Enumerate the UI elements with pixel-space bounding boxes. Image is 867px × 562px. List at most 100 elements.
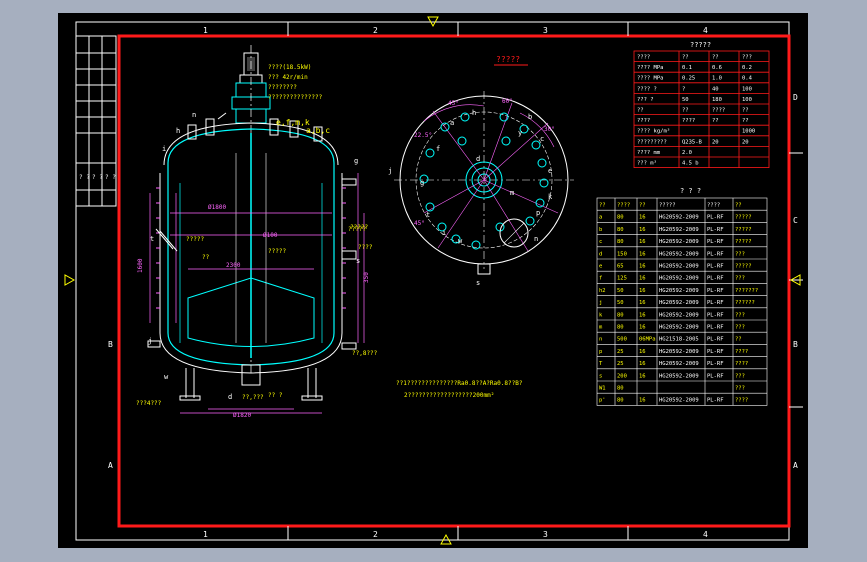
nozzle-table-cell: j <box>599 300 602 306</box>
internal-dims <box>149 173 365 343</box>
tech-table-cell: ?? <box>712 55 719 61</box>
nozzle-table-cell: ??? <box>735 312 745 318</box>
tech-table-cell: ???? MPa <box>637 76 664 82</box>
nozzle-table-cell: ???? <box>735 398 748 404</box>
nozzle-table-cell: ????? <box>735 227 752 233</box>
plan-ref-w: w <box>458 237 463 245</box>
plan-ref-d: d <box>476 155 480 163</box>
plan-angle-5: 45° <box>414 220 425 227</box>
nozzle-table-cell: PL-RF <box>707 361 724 367</box>
plan-ref-g: g <box>420 179 424 187</box>
nozzle-table-cell: HG20592-2009 <box>659 276 699 282</box>
tech-table-cell: 100 <box>742 86 752 92</box>
nozzle-table-cell: HG20592-2009 <box>659 361 699 367</box>
zone-right-b: B <box>793 340 798 349</box>
plan-angle-3: 30° <box>544 126 555 133</box>
nozzle-table-cell: HG20592-2009 <box>659 373 699 379</box>
ref-j: j <box>148 337 152 345</box>
nozzle-table-cell: HG20592-2009 <box>659 227 699 233</box>
tech-table-cell: Q235-B <box>682 139 703 145</box>
nozzle-table-cell: 16 <box>639 215 646 221</box>
vessel-plan: ????? <box>394 55 574 275</box>
tech-table-cell: ?? <box>682 108 689 114</box>
tech-table-cell: ???? ? <box>637 86 657 92</box>
nozzle-table-cell: 16 <box>639 325 646 331</box>
tech-table-cell: 20 <box>742 139 749 145</box>
nozzle-table-cell: PL-RF <box>707 227 724 233</box>
nozzle-table-cell: PL-RF <box>707 215 724 221</box>
plan-title: ????? <box>496 55 520 64</box>
nozzle-table-cell: 06MPa <box>639 337 656 343</box>
nozzle-table-cell: PL-RF <box>707 288 724 294</box>
ref-n: n <box>192 111 196 119</box>
nozzle-table-cell: ?? <box>599 203 606 209</box>
plan-ref-j: j <box>388 167 392 175</box>
zone-top-3: 3 <box>543 26 548 35</box>
zone-bottom-2: 2 <box>373 530 378 539</box>
nozzle-table-cell: HG20592-2009 <box>659 300 699 306</box>
ref-h: h <box>176 127 180 135</box>
dim-height: 2300 <box>226 262 241 269</box>
nozzle-table-cell: ????? <box>735 264 752 270</box>
zone-right-a: A <box>793 461 798 470</box>
tech-table-cell: ???? <box>637 55 650 61</box>
zone-bottom-4: 4 <box>703 530 708 539</box>
nozzle-table-cell: HG21518-2005 <box>659 337 699 343</box>
plan-ref-e: e <box>548 167 552 175</box>
plan-ref-c: c <box>540 135 544 143</box>
nozzle-table-cell: 200 <box>617 373 627 379</box>
nozzle-table-cell: 125 <box>617 276 627 282</box>
nozzle-table-cell: ???? <box>735 349 748 355</box>
ref-s: s <box>356 257 360 265</box>
nozzle-table-cell: 16 <box>639 227 646 233</box>
nozzle-table-cell: h2 <box>599 288 606 294</box>
dim-side: 350 <box>363 272 370 283</box>
nozzle-table-cell: PL-RF <box>707 251 724 257</box>
title-block-text: ? ? ? ? ? ? <box>79 174 116 181</box>
nozzle-table-cell: 50 <box>617 288 624 294</box>
nozzle-table-cell: PL-RF <box>707 349 724 355</box>
plan-angle-2: 60° <box>502 98 513 105</box>
nozzle-table-cell: 80 <box>617 312 624 318</box>
nozzle-table-cell: 16 <box>639 361 646 367</box>
nozzle-table-cell: HG20592-2009 <box>659 288 699 294</box>
zone-bottom-3: 3 <box>543 530 548 539</box>
nozzle-table-cell: 50 <box>617 300 624 306</box>
tech-table-cell: ?? <box>712 118 719 124</box>
nozzle-table-cell: n <box>599 337 602 343</box>
nozzle-table-cell: PL-RF <box>707 373 724 379</box>
nozzle-table-cell: 16 <box>639 276 646 282</box>
nozzle-table-cell: ?? <box>735 337 742 343</box>
nozzle-table-title: ? ? ? <box>680 187 701 195</box>
nozzle-table-cell: ????? <box>735 239 752 245</box>
nozzle-table-cell: PL-RF <box>707 276 724 282</box>
tech-table-cell: ??? <box>742 55 752 61</box>
zone-top-1: 1 <box>203 26 208 35</box>
nozzle-table-cell: 500 <box>617 337 627 343</box>
nozzle-table-cell: ??? <box>735 373 745 379</box>
tech-table: ????? ??????????????? MPa 0.1 0.6 0.2???? M… <box>633 41 770 168</box>
nozzle-table-cell: e <box>599 264 602 270</box>
tech-table-cell: 1.0 <box>712 76 722 82</box>
motor-power-label: ????(18.5kW) <box>268 64 311 71</box>
tech-table-cell: ??? m³ <box>637 160 657 167</box>
tech-table-cell: 50 <box>682 97 689 103</box>
cad-viewport[interactable]: 1 2 3 4 1 2 3 4 D C B A B A ? ? ? ? ? ? <box>58 13 808 548</box>
nozzle-table-cell: d <box>599 251 602 257</box>
nozzle-table-cell: HG20592-2009 <box>659 398 699 404</box>
tech-table-title: ????? <box>690 41 711 49</box>
plan-ref-y: y <box>518 129 522 137</box>
tech-table-cell: ???? <box>682 118 695 124</box>
nozzle-table-cell: ???? <box>707 203 720 209</box>
nozzle-table-cell: HG20592-2009 <box>659 325 699 331</box>
nozzle-table-cell: HG20592-2009 <box>659 251 699 257</box>
tech-table-cell: 180 <box>712 97 722 103</box>
tech-table-cell: ? <box>682 86 685 92</box>
plan-nozzles <box>419 112 549 250</box>
reducer-label: ???????? <box>268 84 297 91</box>
tech-table-cell: 20 <box>712 139 719 145</box>
nozzle-table-cell: HG20592-2009 <box>659 349 699 355</box>
zone-left-a: A <box>108 461 113 470</box>
nozzle-group-abc: a,b,c <box>306 126 330 135</box>
nozzle-table-cell: ?? <box>639 203 646 209</box>
